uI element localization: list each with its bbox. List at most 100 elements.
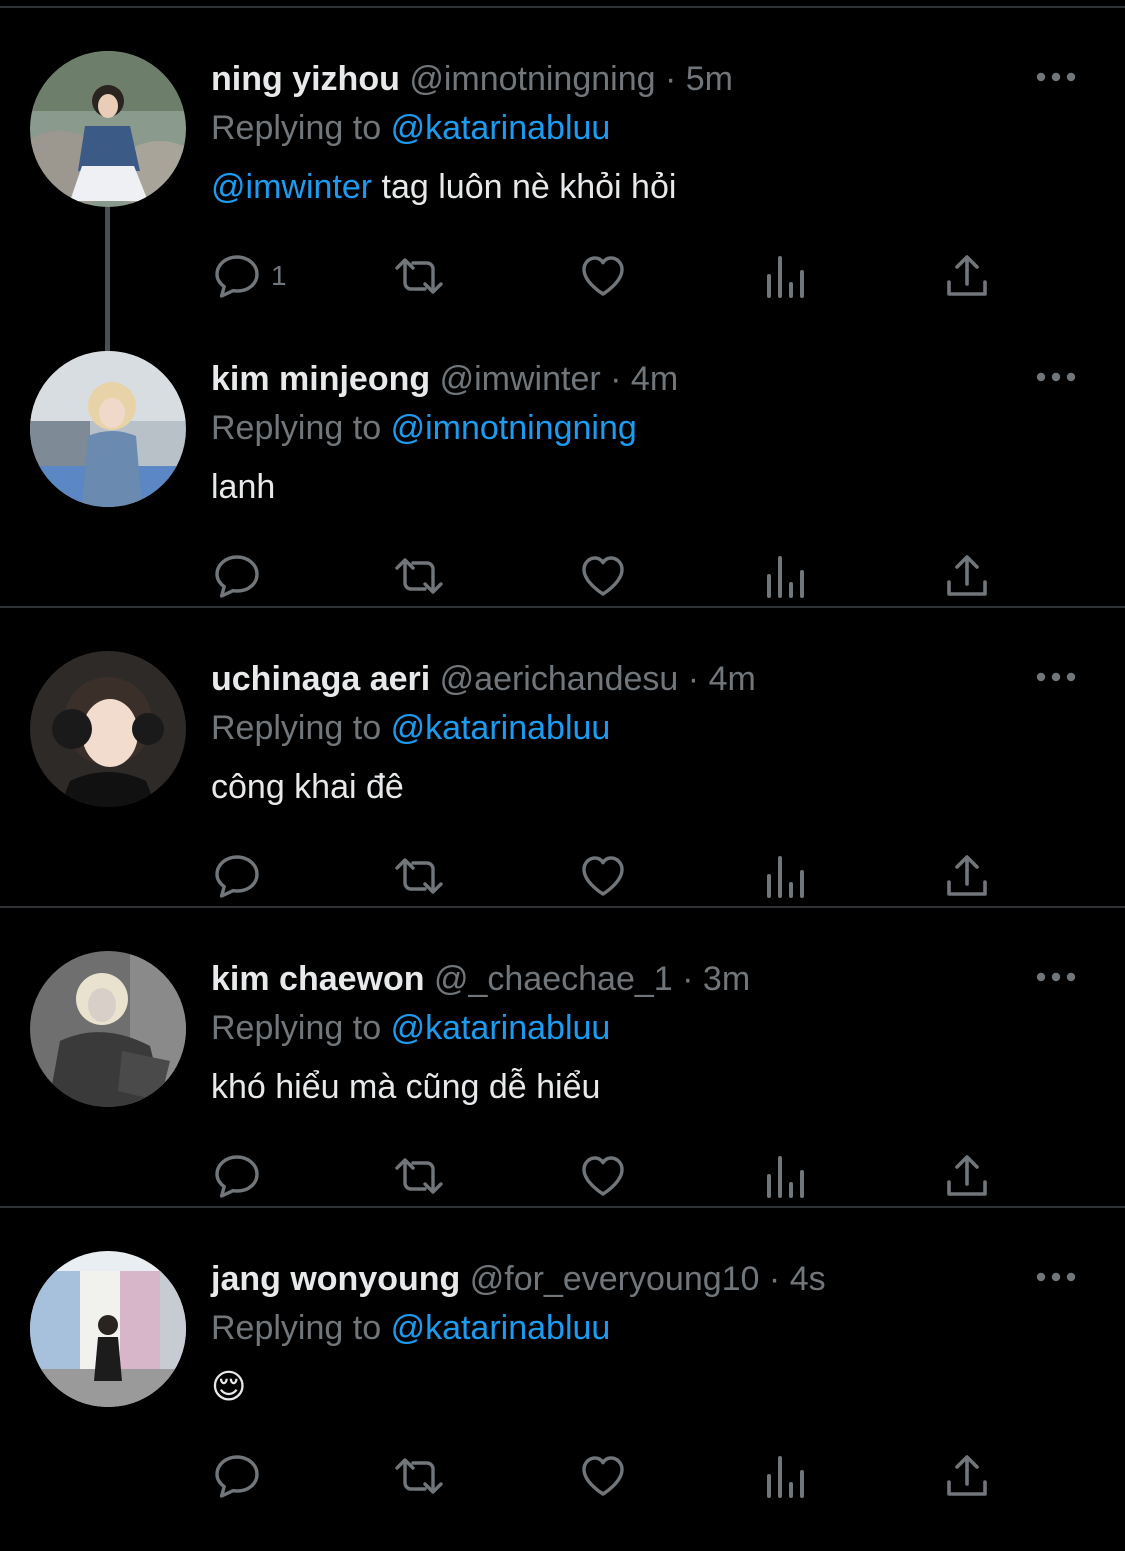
views-button[interactable] — [763, 552, 807, 600]
replying-to-label: Replying to — [211, 1009, 382, 1047]
share-button[interactable] — [945, 552, 989, 600]
reply-button[interactable] — [213, 1452, 261, 1500]
reply-count: 1 — [271, 260, 287, 291]
heart-icon — [582, 256, 624, 296]
replying-to-mention[interactable]: @katarinabluu — [391, 1009, 611, 1047]
replying-to: Replying to @katarinabluu — [211, 1302, 1095, 1354]
more-dots-icon — [1036, 72, 1076, 82]
views-button[interactable] — [763, 252, 807, 300]
action-bar — [211, 552, 1001, 600]
tweet-header: ning yizhou @imnotningning · 5m — [211, 56, 1095, 102]
replying-to-label: Replying to — [211, 709, 382, 747]
avatar[interactable] — [30, 1251, 186, 1407]
reply-button[interactable] — [213, 1152, 261, 1200]
tweet-card[interactable]: uchinaga aeri @aerichandesu · 4m Replyin… — [0, 608, 1125, 908]
retweet-arrows-icon — [395, 1458, 443, 1494]
display-name[interactable]: kim minjeong — [211, 360, 430, 398]
share-button[interactable] — [945, 1452, 989, 1500]
share-upload-icon — [947, 1155, 987, 1196]
replying-to-mention[interactable]: @katarinabluu — [391, 1309, 611, 1347]
display-name[interactable]: uchinaga aeri — [211, 660, 430, 698]
separator-dot: · — [768, 1260, 781, 1298]
retweet-button[interactable] — [391, 252, 447, 300]
heart-icon — [582, 856, 624, 896]
timestamp[interactable]: 5m — [686, 60, 733, 98]
more-options-button[interactable] — [1031, 1254, 1081, 1300]
text-mention[interactable]: @imwinter — [211, 168, 372, 206]
like-button[interactable] — [579, 252, 627, 300]
replying-to-mention[interactable]: @imnotningning — [391, 409, 637, 447]
reply-bubble-icon — [215, 555, 259, 598]
reply-bubble-icon — [215, 255, 259, 298]
replying-to-mention[interactable]: @katarinabluu — [391, 109, 611, 147]
avatar[interactable] — [30, 651, 186, 807]
share-button[interactable] — [945, 852, 989, 900]
share-button[interactable] — [945, 252, 989, 300]
bar-chart-icon — [767, 856, 804, 898]
more-options-button[interactable] — [1031, 54, 1081, 100]
reply-button[interactable] — [213, 852, 261, 900]
more-dots-icon — [1036, 672, 1076, 682]
views-button[interactable] — [763, 1152, 807, 1200]
retweet-button[interactable] — [391, 1152, 447, 1200]
more-options-button[interactable] — [1031, 654, 1081, 700]
tweet-header: jang wonyoung @for_everyoung10 · 4s — [211, 1256, 1095, 1302]
retweet-arrows-icon — [395, 558, 443, 594]
tweet-card[interactable]: jang wonyoung @for_everyoung10 · 4s Repl… — [0, 1208, 1125, 1516]
more-options-button[interactable] — [1031, 354, 1081, 400]
share-upload-icon — [947, 555, 987, 596]
user-handle[interactable]: @imwinter — [440, 360, 601, 398]
display-name[interactable]: kim chaewon — [211, 960, 425, 998]
display-name[interactable]: jang wonyoung — [211, 1260, 460, 1298]
views-button[interactable] — [763, 852, 807, 900]
display-name[interactable]: ning yizhou — [211, 60, 400, 98]
reply-timeline: ning yizhou @imnotningning · 5m Replying… — [0, 8, 1125, 1516]
user-handle[interactable]: @aerichandesu — [440, 660, 679, 698]
tweet-text: lanh — [211, 468, 276, 506]
action-bar — [211, 1452, 1001, 1500]
retweet-button[interactable] — [391, 552, 447, 600]
like-button[interactable] — [579, 1452, 627, 1500]
heart-icon — [582, 1456, 624, 1496]
like-button[interactable] — [579, 1152, 627, 1200]
action-bar — [211, 1152, 1001, 1200]
timestamp[interactable]: 4s — [790, 1260, 826, 1298]
tweet-header: uchinaga aeri @aerichandesu · 4m — [211, 656, 1095, 702]
bar-chart-icon — [767, 556, 804, 598]
avatar[interactable] — [30, 51, 186, 207]
retweet-button[interactable] — [391, 1452, 447, 1500]
tweet-card[interactable]: kim chaewon @_chaechae_1 · 3m Replying t… — [0, 908, 1125, 1208]
avatar[interactable] — [30, 951, 186, 1107]
tweet-text-content: tag luôn nè khỏi hỏi — [372, 168, 677, 206]
share-upload-icon — [947, 855, 987, 896]
tweet-text: @imwinter tag luôn nè khỏi hỏi — [211, 162, 1095, 212]
more-options-button[interactable] — [1031, 954, 1081, 1000]
heart-icon — [582, 1156, 624, 1196]
reply-bubble-icon — [215, 855, 259, 898]
share-button[interactable] — [945, 1152, 989, 1200]
timestamp[interactable]: 4m — [709, 660, 756, 698]
user-handle[interactable]: @for_everyoung10 — [470, 1260, 760, 1298]
retweet-button[interactable] — [391, 852, 447, 900]
tweet-card[interactable]: ning yizhou @imnotningning · 5m Replying… — [0, 8, 1125, 351]
timestamp[interactable]: 4m — [631, 360, 678, 398]
like-button[interactable] — [579, 552, 627, 600]
user-handle[interactable]: @imnotningning — [409, 60, 655, 98]
timestamp[interactable]: 3m — [703, 960, 750, 998]
tweet-text: công khai đê — [211, 768, 404, 806]
more-dots-icon — [1036, 1272, 1076, 1282]
reply-button[interactable]: 1 — [213, 252, 287, 300]
reply-button[interactable] — [213, 552, 261, 600]
more-dots-icon — [1036, 972, 1076, 982]
reply-bubble-icon — [215, 1455, 259, 1498]
more-dots-icon — [1036, 372, 1076, 382]
views-button[interactable] — [763, 1452, 807, 1500]
tweet-header: kim minjeong @imwinter · 4m — [211, 356, 1095, 402]
like-button[interactable] — [579, 852, 627, 900]
avatar[interactable] — [30, 351, 186, 507]
retweet-arrows-icon — [395, 258, 443, 294]
share-upload-icon — [947, 255, 987, 296]
tweet-card[interactable]: kim minjeong @imwinter · 4m Replying to … — [0, 308, 1125, 608]
replying-to-mention[interactable]: @katarinabluu — [391, 709, 611, 747]
user-handle[interactable]: @_chaechae_1 — [434, 960, 673, 998]
